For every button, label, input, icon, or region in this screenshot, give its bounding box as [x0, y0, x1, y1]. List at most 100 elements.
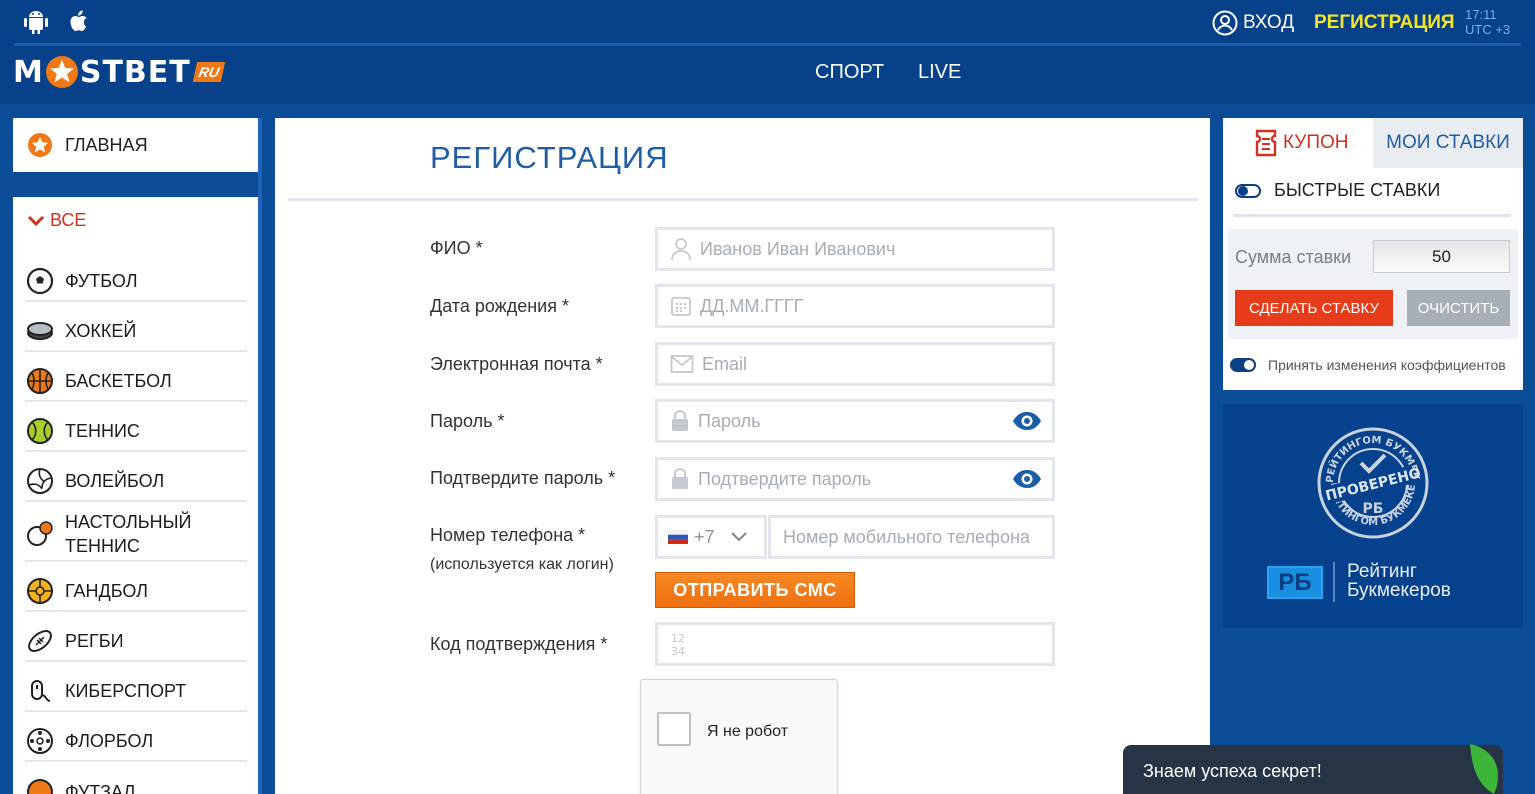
sidebar-home-label: ГЛАВНАЯ	[65, 134, 148, 155]
chat-widget[interactable]: Знаем успеха секрет!	[1123, 745, 1503, 794]
recaptcha-checkbox[interactable]	[657, 712, 691, 746]
sidebar-all-label: ВСЕ	[50, 210, 87, 230]
sidebar-item-hockey[interactable]: ХОККЕЙ	[25, 312, 247, 352]
rb-line1: Рейтинг	[1347, 561, 1417, 582]
calendar-icon	[671, 297, 691, 316]
password-field[interactable]: Пароль	[655, 399, 1055, 443]
svg-text:34: 34	[671, 645, 685, 657]
phone-placeholder: Номер мобильного телефона	[783, 526, 1030, 547]
nav-sport[interactable]: СПОРТ	[815, 61, 884, 84]
stake-input[interactable]: 50	[1373, 240, 1510, 273]
rb-text: Рейтинг Букмекеров	[1347, 562, 1451, 600]
svg-text:12: 12	[671, 632, 685, 645]
rb-logo-badge: РБ	[1267, 566, 1323, 599]
email-label: Электронная почта *	[430, 354, 603, 374]
password-placeholder: Пароль	[698, 410, 761, 431]
recaptcha-widget: Я не робот	[640, 679, 838, 794]
make-bet-button[interactable]: СДЕЛАТЬ СТАВКУ	[1235, 290, 1393, 326]
logo-badge: RU	[192, 62, 226, 82]
tab-coupon[interactable]: КУПОН	[1223, 118, 1373, 168]
main-nav-bar	[0, 46, 1535, 104]
sidebar-item-tennis[interactable]: ТЕННИС	[25, 412, 247, 452]
country-code-select[interactable]: +7	[655, 515, 767, 559]
birth-date-field[interactable]: ДД.ММ.ГГГГ	[655, 284, 1055, 328]
soccer-ball-icon	[25, 266, 55, 296]
name-field[interactable]: Иванов Иван Иванович	[655, 227, 1055, 271]
email-field[interactable]: Email	[655, 342, 1055, 386]
fast-bets-label: БЫСТРЫЕ СТАВКИ	[1274, 180, 1441, 200]
birth-placeholder: ДД.ММ.ГГГГ	[700, 295, 804, 316]
rugby-ball-icon	[25, 626, 55, 656]
futsal-icon	[25, 777, 55, 794]
clear-button[interactable]: ОЧИСТИТЬ	[1407, 290, 1510, 326]
logo-text-right: STBET	[79, 54, 191, 90]
nav-live[interactable]: LIVE	[918, 61, 961, 84]
user-icon	[1212, 10, 1238, 36]
stake-label: Сумма ставки	[1235, 247, 1352, 267]
tennis-ball-icon	[25, 416, 55, 446]
confirm-password-field[interactable]: Подтвердите пароль	[655, 457, 1055, 501]
sidebar-item-label: НАСТОЛЬНЫЙ ТЕННИС	[65, 512, 192, 556]
basketball-icon	[25, 366, 55, 396]
envelope-icon	[670, 355, 694, 373]
verified-stamp-icon: РЕЙТИНГОМ БУКМЕКЕРОВ РЕЙТИНГОМ БУКМЕКЕРО…	[1317, 427, 1429, 539]
accept-odds-toggle[interactable]	[1230, 358, 1256, 372]
name-label: ФИО *	[430, 238, 483, 258]
sidebar-item-handball[interactable]: ГАНДБОЛ	[25, 572, 247, 612]
numbers-icon: 1234	[671, 632, 685, 657]
sidebar-item-esports[interactable]: КИБЕРСПОРТ	[25, 672, 247, 712]
russia-flag-icon	[668, 530, 688, 544]
eye-icon[interactable]	[1012, 411, 1042, 431]
confirm-placeholder: Подтвердите пароль	[698, 468, 872, 489]
sidebar-item-label: ТЕННИС	[65, 421, 140, 441]
birth-label: Дата рождения *	[430, 296, 569, 316]
confirmation-code-field[interactable]: 12 34	[655, 622, 1055, 666]
fast-bets-toggle[interactable]	[1235, 183, 1261, 198]
logo-text-left: M	[13, 54, 44, 90]
hockey-puck-icon	[25, 316, 55, 346]
sidebar-scrollbar[interactable]	[258, 118, 262, 794]
svg-text:РБ: РБ	[1363, 501, 1384, 517]
register-link[interactable]: РЕГИСТРАЦИЯ	[1314, 12, 1455, 34]
sidebar-item-futsal[interactable]: ФУТЗАЛ	[25, 772, 247, 794]
sidebar-item-volleyball[interactable]: ВОЛЕЙБОЛ	[25, 462, 247, 502]
sidebar-item-label: ХОККЕЙ	[65, 321, 137, 341]
sidebar-all-toggle[interactable]: ВСЕ	[27, 210, 86, 231]
phone-sublabel: (используется как логин)	[430, 556, 614, 573]
chevron-down-icon	[730, 532, 747, 542]
title-divider	[288, 198, 1198, 201]
sidebar-home[interactable]: ГЛАВНАЯ	[13, 118, 260, 172]
send-sms-button[interactable]: ОТПРАВИТЬ СМС	[655, 572, 855, 608]
esports-icon	[25, 676, 55, 706]
apple-icon[interactable]	[66, 7, 92, 35]
sidebar-item-basketball[interactable]: БАСКЕТБОЛ	[25, 362, 247, 402]
sidebar-item-label: КИБЕРСПОРТ	[65, 681, 187, 701]
ticket-icon	[1255, 129, 1277, 157]
rb-separator	[1333, 562, 1335, 602]
country-code: +7	[694, 526, 715, 547]
rb-line2: Букмекеров	[1347, 580, 1451, 601]
clock-time: 17:11	[1465, 7, 1497, 22]
sidebar-item-table-tennis[interactable]: НАСТОЛЬНЫЙ ТЕННИС	[25, 508, 247, 562]
sidebar-item-label: ФУТЗАЛ	[65, 782, 136, 794]
sidebar-item-floorball[interactable]: ФЛОРБОЛ	[25, 722, 247, 762]
lock-icon	[672, 468, 688, 489]
sidebar-item-football[interactable]: ФУТБОЛ	[25, 262, 247, 302]
sidebar-item-label: ФЛОРБОЛ	[65, 731, 154, 751]
user-icon	[671, 238, 691, 261]
login-link[interactable]: ВХОД	[1212, 10, 1294, 36]
home-star-icon	[28, 133, 52, 157]
tab-coupon-label: КУПОН	[1283, 132, 1349, 153]
tab-my-bets[interactable]: МОИ СТАВКИ	[1373, 118, 1523, 168]
chevron-down-icon	[27, 215, 45, 226]
sidebar-item-rugby[interactable]: РЕГБИ	[25, 622, 247, 662]
logo[interactable]: M STBET RU	[13, 54, 226, 90]
android-icon[interactable]	[23, 7, 49, 35]
accept-odds-label: Принять изменения коэффициентов	[1268, 357, 1506, 373]
phone-label: Номер телефона *	[430, 525, 586, 545]
sidebar-item-label: ВОЛЕЙБОЛ	[65, 471, 165, 491]
volleyball-icon	[25, 466, 55, 496]
eye-icon[interactable]	[1012, 469, 1042, 489]
sidebar-item-label: РЕГБИ	[65, 631, 124, 651]
phone-field[interactable]: Номер мобильного телефона	[768, 515, 1055, 559]
